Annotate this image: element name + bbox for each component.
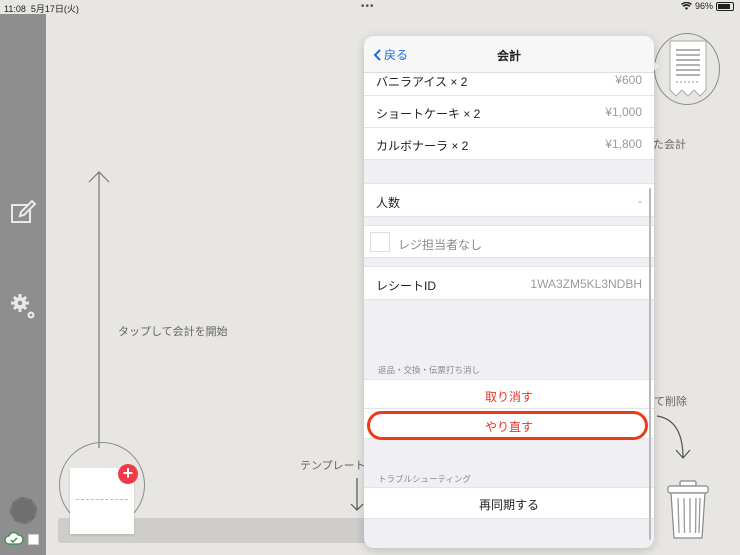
popover-title: 会計	[496, 49, 521, 63]
receipt-id-row: レシートID 1WA3ZM5KL3NDBH	[364, 266, 654, 300]
line-item: ショートケーキ × 2 ¥1,000	[364, 96, 654, 128]
receipt-id-value: 1WA3ZM5KL3NDBH	[530, 277, 642, 291]
item-name: ショートケーキ × 2	[376, 107, 481, 121]
down-arrow-template	[350, 478, 364, 511]
cashier-label: レジ担当者なし	[398, 238, 483, 252]
sidebar	[0, 14, 46, 555]
multitask-dots[interactable]: •••	[361, 1, 375, 12]
battery-icon	[716, 1, 734, 11]
people-row[interactable]: 人数 -	[364, 183, 654, 217]
item-name: バニラアイス × 2	[376, 75, 468, 89]
item-price: ¥1,000	[605, 105, 642, 119]
tap-start-hint: タップして会計を開始	[118, 326, 228, 338]
line-item: バニラアイス × 2 ¥600	[364, 73, 654, 96]
cancel-button[interactable]: 取り消す	[364, 388, 654, 405]
add-icon[interactable]: +	[118, 464, 138, 484]
trash-icon[interactable]	[666, 480, 710, 540]
redo-highlight-ring	[367, 411, 648, 440]
returns-section-header: 返品・交換・伝票打ち消し	[378, 365, 481, 375]
battery-percent: 96%	[694, 1, 713, 11]
device-indicator	[28, 534, 39, 545]
people-label: 人数	[376, 196, 401, 210]
template-hint: テンプレート	[300, 460, 366, 472]
receipt-hint: た会計	[653, 139, 686, 151]
popover-scrollbar[interactable]	[649, 188, 651, 540]
resync-button[interactable]: 再同期する	[364, 496, 654, 513]
delete-hint: て削除	[654, 396, 687, 408]
gear-icon[interactable]	[10, 293, 38, 323]
people-value: -	[638, 194, 642, 208]
staff-avatar[interactable]	[10, 497, 37, 524]
cloud-sync-icon	[4, 531, 24, 545]
status-right: 96%	[680, 1, 734, 11]
line-item: カルボナーラ × 2 ¥1,800	[364, 128, 654, 160]
status-bar: 11:08 5月17日(火) ••• 96%	[0, 0, 740, 14]
trouble-section-header: トラブルシューティング	[378, 474, 471, 484]
receipt-id-label: レシートID	[376, 279, 437, 293]
edit-icon[interactable]	[10, 200, 38, 224]
wifi-icon	[680, 2, 692, 10]
cashier-checkbox[interactable]	[370, 232, 390, 252]
item-price: ¥1,800	[605, 137, 642, 151]
cashier-row[interactable]: レジ担当者なし	[364, 225, 654, 258]
up-arrow-guide	[88, 171, 110, 448]
receipt-icon[interactable]	[669, 40, 707, 100]
item-price: ¥600	[615, 73, 642, 87]
curved-arrow-trash	[656, 415, 691, 459]
checkout-popover: 戻る 会計 バニラアイス × 2 ¥600 ショートケーキ × 2 ¥1,000…	[364, 36, 654, 548]
popover-navbar: 戻る 会計	[364, 36, 654, 73]
item-name: カルボナーラ × 2	[376, 139, 469, 153]
